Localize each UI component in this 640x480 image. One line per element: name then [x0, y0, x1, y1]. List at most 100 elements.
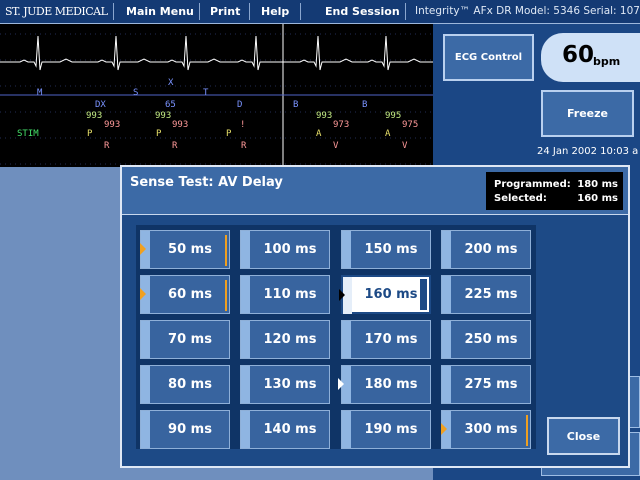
option-60-ms[interactable]: 60 ms — [140, 275, 230, 314]
ecg-annotation: 993 — [316, 111, 333, 121]
option-label: 70 ms — [168, 332, 212, 347]
ecg-pace-marker: P — [226, 129, 232, 139]
option-label: 225 ms — [464, 287, 518, 302]
av-delay-grid: 50 ms 100 ms 150 ms 200 ms 60 ms 110 ms — [136, 225, 536, 449]
option-label: 170 ms — [364, 332, 418, 347]
option-bar — [141, 366, 150, 403]
selected-row: Selected: 160 ms — [494, 193, 618, 204]
ecg-pace-marker: V — [333, 141, 339, 151]
menu-separator — [249, 3, 250, 20]
option-bar — [241, 366, 250, 403]
option-120-ms[interactable]: 120 ms — [240, 320, 330, 359]
option-bar — [141, 411, 150, 448]
option-label: 110 ms — [263, 287, 317, 302]
st-jude-logo: ST. JUDE MEDICAL — [5, 5, 108, 18]
option-label: 300 ms — [464, 422, 518, 437]
option-bar — [241, 276, 250, 313]
option-140-ms[interactable]: 140 ms — [240, 410, 330, 449]
option-190-ms[interactable]: 190 ms — [341, 410, 431, 449]
dialog-title: Sense Test: AV Delay — [130, 175, 283, 190]
option-marker-bar — [225, 280, 227, 311]
option-label: 130 ms — [263, 377, 317, 392]
option-250-ms[interactable]: 250 ms — [441, 320, 531, 359]
close-button[interactable]: Close — [547, 417, 620, 455]
ecg-cycle-marker: X — [168, 78, 174, 88]
device-status: Integrity™ AFx DR Model: 5346 Serial: 10… — [415, 5, 640, 17]
option-label: 60 ms — [168, 287, 212, 302]
date-time: 24 Jan 2002 10:03 a — [537, 146, 639, 157]
option-label: 275 ms — [464, 377, 518, 392]
ecg-pace-marker: A — [385, 129, 391, 139]
ecg-cycle-marker: T — [203, 88, 209, 98]
option-marker-bar — [526, 415, 528, 446]
option-160-ms[interactable]: 160 ms — [339, 275, 431, 314]
ecg-annotation: B — [362, 100, 368, 110]
option-bar — [141, 321, 150, 358]
option-110-ms[interactable]: 110 ms — [240, 275, 330, 314]
option-label: 160 ms — [364, 287, 418, 302]
option-100-ms[interactable]: 100 ms — [240, 230, 330, 269]
menu-separator — [300, 3, 301, 20]
freeze-button[interactable]: Freeze — [541, 90, 634, 137]
heart-rate-value: 60 — [562, 42, 595, 68]
ecg-control-button[interactable]: ECG Control — [443, 34, 534, 81]
programmed-label: Programmed: — [494, 179, 571, 190]
print-button[interactable]: Print — [210, 5, 240, 18]
dialog-header: Sense Test: AV Delay Programmed: 180 ms … — [122, 167, 628, 215]
end-session-button[interactable]: End Session — [325, 5, 400, 18]
option-marker-bar — [225, 235, 227, 266]
option-label: 90 ms — [168, 422, 212, 437]
ecg-channel-label: STIM — [17, 129, 39, 139]
option-275-ms[interactable]: 275 ms — [441, 365, 531, 404]
option-200-ms[interactable]: 200 ms — [441, 230, 531, 269]
ecg-annotation: 65 — [165, 100, 176, 110]
ecg-pace-marker: R — [104, 141, 110, 151]
ecg-annotation: 993 — [172, 120, 189, 130]
option-bar — [342, 411, 351, 448]
ecg-pace-marker: R — [172, 141, 178, 151]
option-80-ms[interactable]: 80 ms — [140, 365, 230, 404]
ecg-annotation: ! — [240, 120, 246, 130]
programmed-marker-icon — [338, 378, 344, 390]
heart-rate-display: 60 bpm — [541, 33, 640, 82]
programmed-value: 180 ms — [577, 179, 618, 190]
selected-marker-icon — [339, 289, 345, 301]
option-label: 120 ms — [263, 332, 317, 347]
ecg-pace-marker: R — [241, 141, 247, 151]
option-label: 180 ms — [364, 377, 418, 392]
selected-marker-bar — [420, 279, 427, 310]
option-180-ms[interactable]: 180 ms — [338, 365, 431, 404]
help-button[interactable]: Help — [261, 5, 289, 18]
option-bar — [241, 321, 250, 358]
sense-test-dialog: Sense Test: AV Delay Programmed: 180 ms … — [120, 165, 630, 468]
option-marker-icon — [441, 423, 447, 435]
menu-separator — [405, 3, 406, 20]
option-label: 150 ms — [364, 242, 418, 257]
option-130-ms[interactable]: 130 ms — [240, 365, 330, 404]
option-marker-icon — [140, 243, 146, 255]
menu-separator — [199, 3, 200, 20]
option-225-ms[interactable]: 225 ms — [441, 275, 531, 314]
ecg-annotation: B — [293, 100, 299, 110]
option-bar — [442, 366, 451, 403]
selected-value: 160 ms — [577, 193, 618, 204]
option-label: 200 ms — [464, 242, 518, 257]
ecg-pace-marker: A — [316, 129, 322, 139]
option-bar — [442, 276, 451, 313]
ecg-cycle-marker: S — [133, 88, 139, 98]
programmed-info-box: Programmed: 180 ms Selected: 160 ms — [486, 172, 623, 210]
option-bar — [342, 231, 351, 268]
option-170-ms[interactable]: 170 ms — [341, 320, 431, 359]
main-menu-button[interactable]: Main Menu — [126, 5, 194, 18]
option-label: 140 ms — [263, 422, 317, 437]
ecg-strip: M S T X DX 65 D B B 993 993 993 995 993 … — [0, 24, 433, 167]
option-50-ms[interactable]: 50 ms — [140, 230, 230, 269]
option-90-ms[interactable]: 90 ms — [140, 410, 230, 449]
option-300-ms[interactable]: 300 ms — [441, 410, 531, 449]
option-label: 250 ms — [464, 332, 518, 347]
option-label: 80 ms — [168, 377, 212, 392]
option-70-ms[interactable]: 70 ms — [140, 320, 230, 359]
option-bar — [241, 231, 250, 268]
option-150-ms[interactable]: 150 ms — [341, 230, 431, 269]
programmed-row: Programmed: 180 ms — [494, 179, 618, 190]
